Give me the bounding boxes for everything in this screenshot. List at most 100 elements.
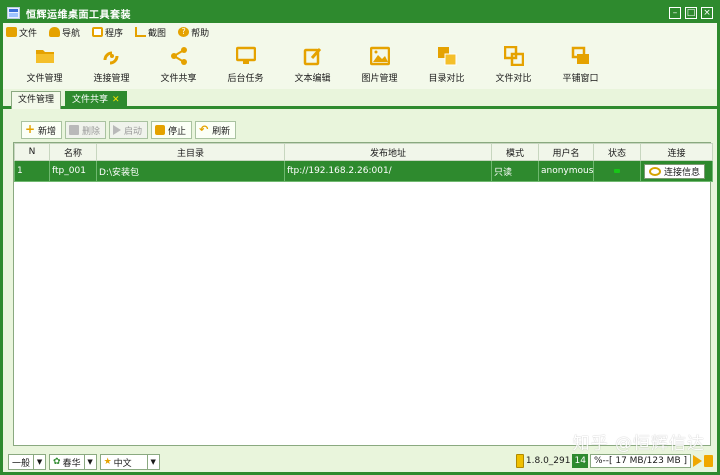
dir-compare-icon	[437, 47, 456, 66]
tool-label: 后台任务	[227, 74, 264, 84]
tool-label: 连接管理	[93, 74, 130, 84]
table-row[interactable]: 1 ftp_001 D:\安装包 ftp://192.168.2.26:001/…	[14, 160, 713, 182]
language-select-value-wrap: ★ 中文	[101, 456, 147, 469]
tool-file-manager[interactable]: 文件管理	[11, 41, 78, 89]
column-header-mode[interactable]: 模式	[491, 143, 539, 161]
share-icon	[170, 47, 187, 65]
menu-program[interactable]: 程序	[92, 26, 123, 39]
tab-file-manager[interactable]: 文件管理	[11, 91, 62, 109]
memory-percent: 14	[572, 454, 588, 468]
tool-label: 文件对比	[495, 74, 532, 84]
title-bar[interactable]: 恒辉运维桌面工具套装 – □ ×	[3, 3, 717, 23]
tool-tile-windows[interactable]: 平铺窗口	[547, 41, 614, 89]
menu-help-label: 帮助	[191, 28, 210, 39]
tab-label: 文件共享	[72, 95, 109, 105]
tab-label: 文件管理	[18, 95, 55, 105]
connection-info-button[interactable]: 连接信息	[644, 163, 706, 179]
tool-background-tasks[interactable]: 后台任务	[212, 41, 279, 89]
column-header-connect[interactable]: 连接	[640, 143, 713, 161]
share-table: N 名称 主目录 发布地址 模式 用户名 状态 连接 1 ftp_001 D:\…	[13, 142, 713, 446]
refresh-button[interactable]: ↶ 刷新	[195, 121, 237, 139]
menu-help[interactable]: ? 帮助	[178, 26, 209, 39]
menu-screenshot-label: 截图	[148, 28, 167, 39]
tool-text-editor[interactable]: 文本编辑	[279, 41, 346, 89]
tool-image-manager[interactable]: 图片管理	[346, 41, 413, 89]
crop-icon	[135, 27, 147, 37]
table-header-row: N 名称 主目录 发布地址 模式 用户名 状态 连接	[14, 143, 713, 161]
tile-windows-icon	[571, 46, 589, 64]
tool-directory-compare[interactable]: 目录对比	[413, 41, 480, 89]
window-controls: – □ ×	[669, 7, 713, 19]
theme-select[interactable]: ✿ 春华 ▼	[49, 454, 97, 470]
connection-icon	[103, 51, 118, 65]
tool-label: 文件管理	[26, 74, 63, 84]
column-header-addr[interactable]: 发布地址	[284, 143, 492, 161]
trash-icon[interactable]	[704, 455, 713, 467]
language-select-value: 中文	[113, 458, 132, 469]
menu-navigate[interactable]: 导航	[49, 26, 80, 39]
cell-connect: 连接信息	[640, 160, 713, 182]
start-button-label: 启动	[124, 126, 143, 137]
tool-label: 目录对比	[428, 74, 465, 84]
cell-n: 1	[14, 160, 50, 182]
plus-icon: +	[25, 122, 36, 136]
tool-file-compare[interactable]: 文件对比	[480, 41, 547, 89]
chevron-down-icon[interactable]: ▼	[146, 455, 159, 469]
language-select[interactable]: ★ 中文 ▼	[99, 454, 160, 470]
tool-label: 平铺窗口	[562, 74, 599, 84]
tool-file-share[interactable]: 文件共享	[145, 41, 212, 89]
tab-close-icon[interactable]: ✕	[112, 95, 120, 105]
stop-button[interactable]: 停止	[151, 121, 193, 139]
stop-button-label: 停止	[168, 126, 187, 137]
start-button[interactable]: 启动	[109, 121, 149, 139]
delete-button[interactable]: 删除	[65, 121, 107, 139]
play-icon[interactable]	[693, 455, 702, 467]
folder-open-icon	[35, 50, 54, 63]
column-header-user[interactable]: 用户名	[538, 143, 594, 161]
program-icon	[92, 27, 104, 37]
chevron-down-icon[interactable]: ▼	[33, 455, 45, 469]
star-icon: ★	[103, 457, 112, 467]
menu-program-label: 程序	[105, 28, 124, 39]
status-bar: 一般 ▼ ✿ 春华 ▼ ★ 中文 ▼ 1.8.0_291 14 %--[ 17 MB…	[3, 452, 717, 472]
column-header-status[interactable]: 状态	[593, 143, 641, 161]
monitor-icon	[235, 46, 256, 64]
java-icon	[515, 454, 524, 468]
watermark: 知乎 @恒辉信达	[572, 434, 705, 454]
menu-file[interactable]: 文件	[6, 26, 37, 39]
tool-connection-manager[interactable]: 连接管理	[78, 41, 145, 89]
chevron-down-icon[interactable]: ▼	[83, 455, 96, 469]
level-select-value: 一般	[12, 458, 31, 469]
memory-usage: %--[ 17 MB/123 MB ]	[589, 454, 691, 468]
column-header-n[interactable]: N	[14, 143, 50, 161]
status-right: 1.8.0_291 14 %--[ 17 MB/123 MB ]	[515, 454, 713, 468]
action-bar: + 新增 删除 启动 停止 ↶ 刷新	[21, 121, 237, 139]
cell-mode: 只读	[491, 160, 539, 182]
minimize-button[interactable]: –	[669, 7, 681, 19]
app-icon	[7, 7, 20, 19]
cell-name: ftp_001	[49, 160, 97, 182]
tool-label: 文件共享	[160, 74, 197, 84]
menu-screenshot[interactable]: 截图	[135, 26, 166, 39]
menu-file-label: 文件	[19, 28, 38, 39]
add-button[interactable]: + 新增	[21, 121, 63, 139]
menu-navigate-label: 导航	[62, 28, 81, 39]
tab-file-share[interactable]: 文件共享 ✕	[65, 91, 127, 109]
refresh-icon: ↶	[199, 123, 209, 136]
level-select[interactable]: 一般 ▼	[8, 454, 47, 470]
app-window: 恒辉运维桌面工具套装 – □ × 文件 导航 程序 截图 ? 帮助 文件管理 连…	[0, 0, 720, 475]
car-icon	[49, 27, 61, 37]
trash-icon	[69, 125, 80, 135]
tool-label: 文本编辑	[294, 74, 331, 84]
close-button[interactable]: ×	[701, 7, 713, 19]
menu-bar: 文件 导航 程序 截图 ? 帮助	[3, 23, 717, 41]
column-header-name[interactable]: 名称	[49, 143, 97, 161]
column-header-dir[interactable]: 主目录	[96, 143, 285, 161]
maximize-button[interactable]: □	[685, 7, 697, 19]
add-button-label: 新增	[38, 126, 57, 137]
play-icon	[113, 125, 122, 135]
cell-user: anonymous	[538, 160, 594, 182]
theme-select-value-wrap: ✿ 春华	[50, 456, 84, 469]
edit-icon	[303, 48, 321, 66]
tab-bar: 文件管理 文件共享 ✕	[3, 89, 717, 109]
